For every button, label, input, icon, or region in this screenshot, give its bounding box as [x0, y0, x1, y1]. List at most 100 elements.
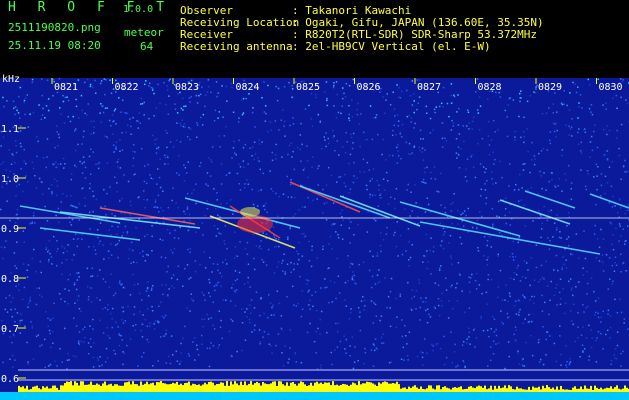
level-bar-segment — [520, 388, 522, 392]
noise-dot — [267, 84, 269, 87]
noise-dot — [569, 361, 572, 363]
noise-dot — [15, 285, 17, 288]
noise-dot — [232, 111, 235, 113]
noise-dot — [605, 254, 608, 256]
noise-dot — [407, 183, 409, 186]
noise-dot — [228, 330, 231, 333]
noise-dot — [201, 291, 203, 294]
noise-dot — [199, 93, 202, 96]
noise-dot — [15, 267, 18, 269]
noise-dot — [499, 160, 501, 163]
noise-dot — [594, 124, 596, 126]
noise-dot — [24, 113, 26, 116]
noise-dot — [167, 295, 169, 297]
noise-dot — [74, 233, 77, 235]
noise-dot — [392, 154, 394, 157]
noise-dot — [237, 121, 240, 123]
noise-dot — [225, 85, 227, 88]
level-bar-segment — [294, 383, 296, 392]
noise-dot — [90, 346, 92, 348]
noise-dot — [1, 319, 3, 322]
level-bar-segment — [522, 389, 524, 392]
noise-dot — [440, 245, 443, 247]
noise-dot — [116, 161, 119, 163]
level-bar-segment — [98, 384, 100, 392]
noise-dot — [210, 91, 212, 94]
level-bar-segment — [282, 384, 284, 392]
level-bar-segment — [336, 384, 338, 392]
noise-dot — [29, 113, 31, 115]
noise-dot — [396, 162, 399, 164]
level-bar-segment — [80, 381, 82, 392]
level-bar-segment — [64, 383, 66, 392]
noise-dot — [593, 233, 596, 235]
noise-dot — [157, 168, 159, 170]
noise-dot — [238, 183, 240, 185]
noise-dot — [425, 105, 428, 108]
noise-dot — [262, 205, 265, 207]
noise-dot — [31, 257, 33, 260]
level-bar-segment — [404, 387, 406, 392]
noise-dot — [56, 194, 58, 197]
noise-dot — [441, 305, 443, 307]
noise-dot — [218, 344, 221, 346]
noise-dot — [47, 251, 49, 253]
noise-dot — [374, 116, 377, 119]
noise-dot — [244, 183, 246, 185]
noise-dot — [310, 93, 313, 95]
noise-dot — [277, 238, 280, 241]
level-bar-segment — [242, 384, 244, 392]
noise-dot — [99, 82, 102, 85]
noise-dot — [45, 166, 47, 169]
noise-dot — [447, 317, 450, 319]
noise-dot — [106, 357, 109, 359]
noise-dot — [134, 329, 137, 332]
noise-dot — [15, 185, 18, 188]
noise-dot — [368, 269, 371, 272]
noise-dot — [154, 139, 156, 141]
noise-dot — [504, 109, 506, 112]
noise-dot — [497, 286, 500, 288]
noise-dot — [300, 160, 302, 162]
noise-dot — [409, 215, 411, 217]
noise-dot — [364, 347, 366, 350]
noise-dot — [371, 194, 374, 197]
noise-dot — [67, 244, 69, 246]
noise-dot — [278, 302, 280, 305]
noise-dot — [200, 334, 203, 337]
noise-dot — [288, 144, 291, 147]
level-bar-segment — [528, 386, 530, 392]
noise-dot — [265, 233, 268, 235]
noise-dot — [88, 246, 90, 248]
noise-dot — [578, 106, 580, 108]
noise-dot — [309, 308, 311, 310]
noise-dot — [65, 258, 68, 261]
noise-dot — [124, 112, 126, 114]
noise-dot — [147, 254, 149, 256]
noise-dot — [549, 139, 551, 142]
noise-dot — [162, 293, 164, 296]
level-bar-segment — [32, 386, 34, 392]
noise-dot — [130, 204, 132, 207]
noise-dot — [610, 363, 612, 366]
noise-dot — [299, 134, 301, 136]
noise-dot — [272, 190, 274, 193]
noise-dot — [274, 154, 277, 156]
noise-dot — [89, 182, 91, 185]
noise-dot — [487, 135, 490, 137]
noise-dot — [350, 311, 352, 314]
noise-dot — [314, 93, 317, 96]
noise-dot — [376, 252, 379, 254]
noise-dot — [221, 275, 223, 278]
noise-dot — [102, 111, 105, 114]
noise-dot — [397, 120, 400, 122]
noise-dot — [172, 274, 175, 276]
noise-dot — [85, 114, 88, 116]
noise-dot — [75, 105, 78, 108]
noise-dot — [486, 303, 488, 305]
noise-dot — [233, 257, 236, 259]
level-bar-segment — [574, 386, 576, 392]
noise-dot — [573, 303, 575, 306]
noise-dot — [255, 245, 258, 247]
noise-dot — [332, 86, 335, 89]
